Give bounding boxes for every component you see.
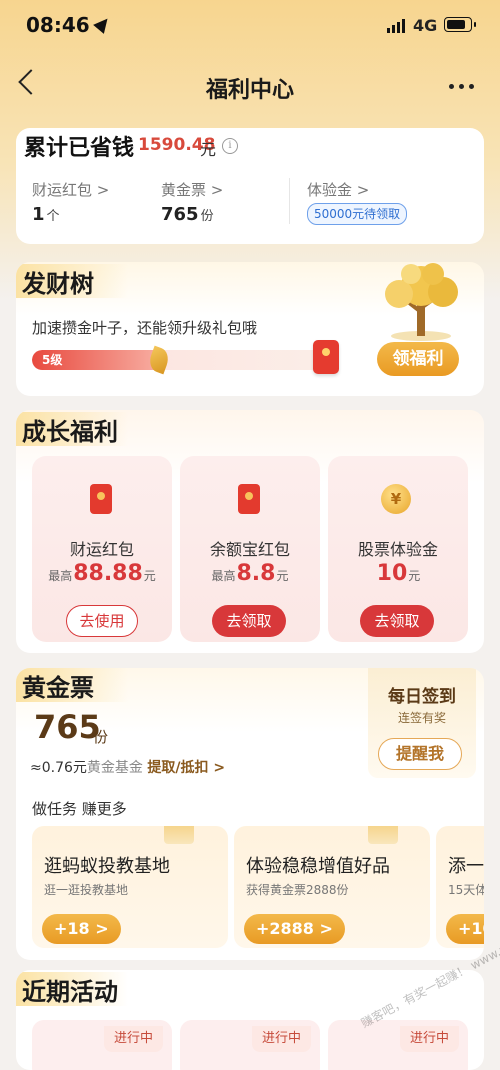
savings-title: 累计已省钱 — [24, 135, 135, 161]
status-badge: 进行中 — [400, 1026, 460, 1052]
task-reward-button[interactable]: +10 — [446, 914, 484, 944]
task-reward-button[interactable]: +2888 > — [244, 914, 345, 944]
benefit-amount: 最高8.8元 — [211, 561, 289, 586]
gold-ticket-title: 黄金票 — [22, 673, 94, 702]
benefit-name: 余额宝红包 — [209, 540, 290, 559]
task-name: 添一个 — [448, 856, 484, 877]
signal-icon — [387, 19, 405, 33]
benefit-name: 股票体验金 — [357, 540, 438, 559]
daily-checkin-panel: 每日签到 连签有奖 提醒我 — [368, 668, 476, 778]
yuan-coin-icon: ¥ — [381, 484, 411, 514]
money-tree-card: 发财树 加速攒金叶子，还能领升级礼包哦 5级 领福利 — [16, 262, 484, 396]
red-envelope-icon — [90, 484, 112, 514]
tasks-title: 做任务 赚更多 — [32, 800, 127, 818]
level-label: 5级 — [42, 353, 63, 367]
task-name: 逛蚂蚁投教基地 — [44, 856, 170, 877]
task-desc: 15天体 — [448, 883, 484, 897]
remind-me-button[interactable]: 提醒我 — [378, 738, 462, 770]
claim-benefit-button[interactable]: 领福利 — [377, 342, 459, 376]
withdraw-deduct-link[interactable]: 提取/抵扣 > — [147, 760, 225, 776]
location-arrow-icon — [93, 14, 113, 34]
money-tree-icon — [385, 263, 458, 341]
checkin-subtitle: 连签有奖 — [397, 711, 446, 725]
gold-ticket-count: 765 — [34, 708, 101, 746]
savings-card: 累计已省钱 1590.48 元 i 财运红包 > 1个 黄金票 > 765 份 体… — [16, 128, 484, 244]
recent-activities-card: 近期活动 进行中 进行中 进行中 — [16, 970, 484, 1070]
gold-ticket-unit: 份 — [93, 728, 109, 746]
task-card[interactable]: 体验稳稳增值好品 获得黄金票2888份 +2888 > — [234, 826, 430, 948]
task-card[interactable]: 逛蚂蚁投教基地 逛一逛投教基地 +18 > — [32, 826, 228, 948]
savings-unit: 元 — [200, 140, 217, 159]
use-button[interactable]: 去使用 — [66, 605, 138, 637]
benefit-item-stock-trial: ¥ 股票体验金 10元 去领取 — [328, 456, 468, 642]
benefit-name: 财运红包 — [69, 540, 134, 559]
stat-label-gold-ticket[interactable]: 黄金票 > — [161, 179, 223, 200]
benefit-item-fortune-envelope: 财运红包 最高88.88元 去使用 — [32, 456, 172, 642]
stat-label-fortune-envelope[interactable]: 财运红包 > — [32, 179, 109, 200]
growth-title: 成长福利 — [22, 417, 118, 446]
benefit-amount: 最高88.88元 — [48, 561, 156, 586]
gift-red-envelope-icon[interactable] — [313, 340, 339, 374]
red-envelope-icon — [238, 484, 260, 514]
gold-fund-label: 黄金基金 — [86, 760, 143, 776]
money-tree-desc: 加速攒金叶子，还能领升级礼包哦 — [32, 319, 258, 337]
task-card[interactable]: 添一个 15天体 +10 — [436, 826, 484, 948]
task-card-tab — [164, 826, 194, 844]
stat-label-trial-fund[interactable]: 体验金 > — [307, 179, 369, 200]
claim-button[interactable]: 去领取 — [212, 605, 286, 637]
gold-ticket-value: ≈0.76元 — [30, 760, 87, 776]
gold-ticket-value-line: ≈0.76元黄金基金 提取/抵扣 > — [30, 757, 225, 777]
task-name: 体验稳稳增值好品 — [246, 856, 390, 877]
benefit-item-yuebao-envelope: 余额宝红包 最高8.8元 去领取 — [180, 456, 320, 642]
benefit-amount: 10元 — [376, 561, 421, 586]
more-options-icon[interactable] — [449, 84, 474, 89]
task-desc: 逛一逛投教基地 — [44, 883, 129, 897]
trial-fund-badge[interactable]: 50000元待领取 — [307, 203, 408, 225]
level-progress-bar: 5级 — [32, 350, 328, 370]
claim-button[interactable]: 去领取 — [360, 605, 434, 637]
recent-title: 近期活动 — [22, 977, 118, 1006]
stat-value-gold-ticket: 765 份 — [161, 204, 214, 225]
page-title: 福利中心 — [205, 78, 294, 103]
stat-value-fortune-envelope: 1个 — [32, 204, 60, 225]
network-label: 4G — [413, 16, 438, 35]
info-icon[interactable]: i — [222, 138, 238, 154]
status-time: 08:46 — [26, 13, 90, 37]
task-desc: 获得黄金票2888份 — [246, 883, 349, 897]
gold-ticket-card: 黄金票 765 份 ≈0.76元黄金基金 提取/抵扣 > 每日签到 连签有奖 提… — [16, 668, 484, 960]
stat-divider — [289, 178, 290, 224]
status-badge: 进行中 — [104, 1026, 164, 1052]
checkin-title: 每日签到 — [388, 687, 456, 707]
battery-icon — [444, 17, 476, 32]
task-reward-button[interactable]: +18 > — [42, 914, 121, 944]
task-card-tab — [368, 826, 398, 844]
status-bar: 08:46 4G — [0, 0, 500, 52]
money-tree-title: 发财树 — [22, 269, 94, 298]
growth-benefits-card: 成长福利 财运红包 最高88.88元 去使用 余额宝红包 最高8.8元 去领取 … — [16, 410, 484, 653]
status-badge: 进行中 — [252, 1026, 312, 1052]
